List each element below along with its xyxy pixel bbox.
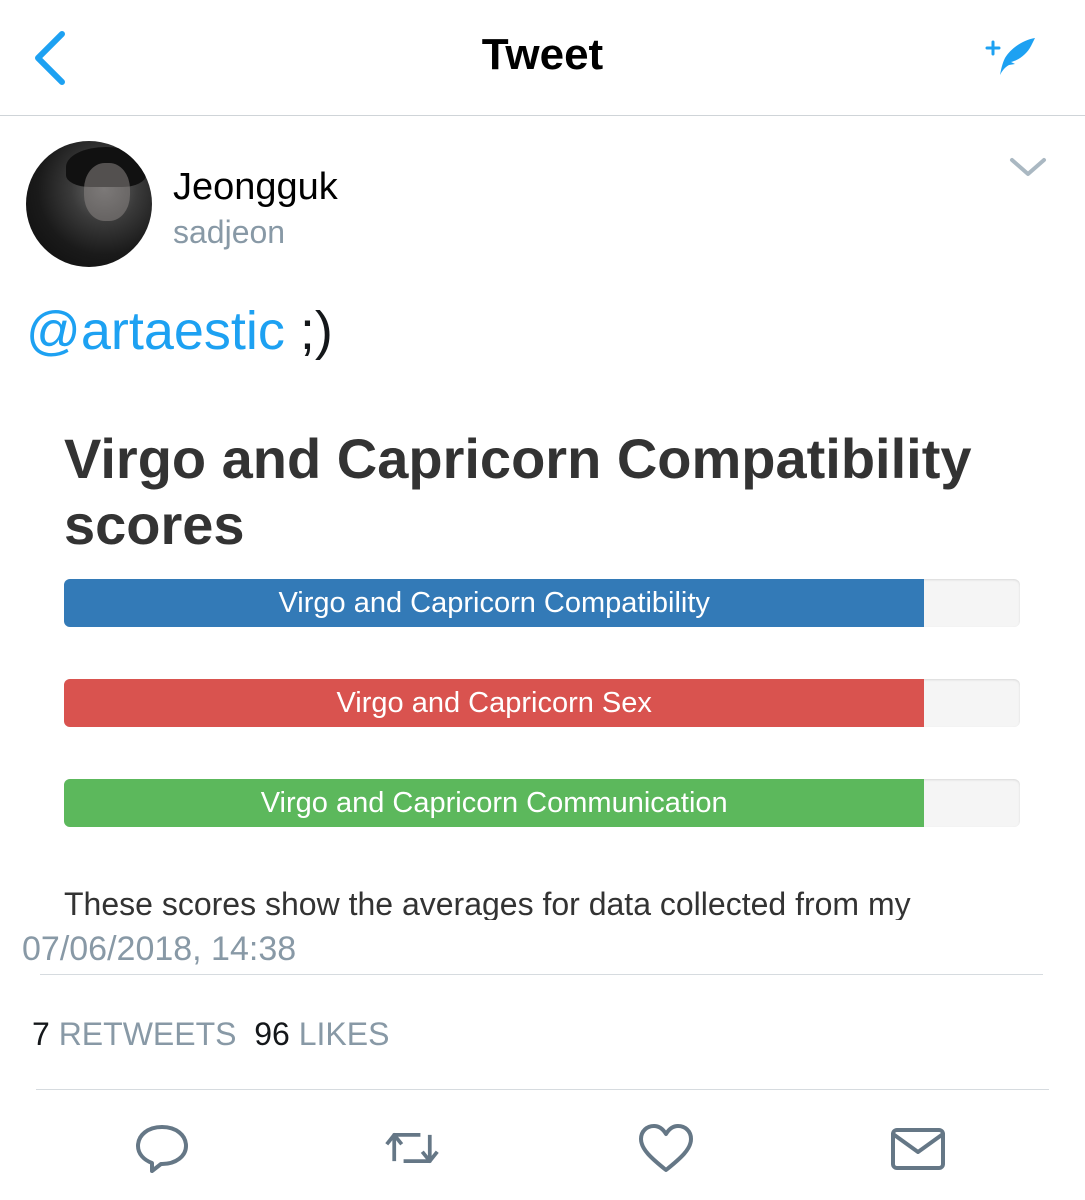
top-bar: Tweet (0, 0, 1085, 116)
card-description: These scores show the averages for data … (64, 886, 911, 920)
page-title: Tweet (481, 30, 604, 79)
tweet-timestamp: 07/06/2018, 14:38 (22, 930, 297, 968)
attached-image[interactable]: Virgo and Capricorn Compatibility scores… (64, 420, 1024, 920)
like-icon[interactable] (637, 1122, 695, 1174)
mention-link[interactable]: @artaestic (26, 301, 285, 361)
card-title: Virgo and Capricorn Compatibility scores (64, 427, 972, 556)
retweets-count[interactable]: 7 (32, 1016, 50, 1052)
avatar[interactable] (26, 141, 152, 267)
likes-count[interactable]: 96 (254, 1016, 290, 1052)
engagement-stats: 7 RETWEETS 96 LIKES (32, 1016, 389, 1053)
retweets-label[interactable]: RETWEETS (59, 1016, 237, 1052)
score-bar-compatibility: Virgo and Capricorn Compatibility (64, 579, 1020, 627)
score-bar-sex: Virgo and Capricorn Sex (64, 679, 1020, 727)
divider (36, 1089, 1049, 1090)
score-bar-fill: Virgo and Capricorn Sex (64, 679, 925, 727)
score-bar-fill: Virgo and Capricorn Compatibility (64, 579, 925, 627)
reply-icon[interactable] (133, 1122, 191, 1174)
score-bar-fill: Virgo and Capricorn Communication (64, 779, 925, 827)
chevron-down-icon[interactable] (1008, 152, 1048, 182)
divider (40, 974, 1043, 975)
retweet-icon[interactable] (383, 1122, 441, 1174)
author-name[interactable]: Jeongguk (173, 166, 338, 209)
tweet-body: ;) (284, 301, 333, 361)
tweet-text: @artaestic ;) (26, 300, 333, 362)
direct-message-icon[interactable] (889, 1122, 947, 1174)
author-handle[interactable]: sadjeon (173, 214, 285, 251)
score-bar-communication: Virgo and Capricorn Communication (64, 779, 1020, 827)
likes-label[interactable]: LIKES (299, 1016, 390, 1052)
compose-tweet-icon[interactable] (985, 34, 1039, 78)
